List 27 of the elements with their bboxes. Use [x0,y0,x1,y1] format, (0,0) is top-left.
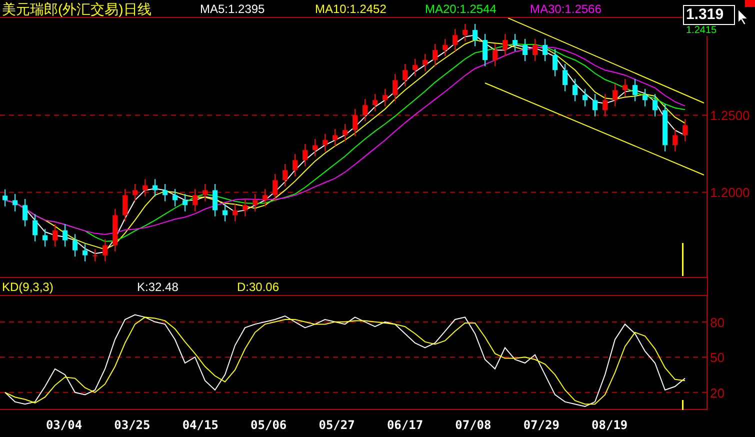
date-label: 08/19 [592,418,628,432]
indicator-label: K:32.48 [136,280,180,294]
date-label: 06/17 [386,418,424,432]
axis-label: 1.2500 [710,108,750,124]
date-label: 07/08 [455,418,492,432]
legend-label: MA20:1.2544 [425,2,498,16]
date-label: 04/15 [182,418,218,432]
legend-label: MA5:1.2395 [200,2,266,16]
date-label: 03/25 [114,418,150,432]
corner-marker [745,0,755,7]
legend-label: MA30:1.2566 [530,2,602,16]
chart-title: 美元瑞郎(外汇交易)日线 [1,0,152,16]
date-label: 03/04 [46,418,82,432]
date-label: 05/06 [250,418,287,432]
cursor-marker [682,400,684,410]
indicator-label: KD(9,3,3) [1,280,54,294]
axis-label: 50 [710,350,724,366]
date-label: 05/27 [318,418,355,432]
cursor-marker [682,243,684,276]
axis-label: 1.2000 [710,185,750,200]
cursor-arrow-icon [737,8,749,26]
axis-label: 80 [710,314,724,330]
date-label: 07/29 [523,418,560,432]
indicator-label: D:30.06 [236,280,280,294]
price-readout: 1.319 [683,5,735,25]
legend-label: MA10:1.2452 [315,2,388,16]
axis-label: 20 [710,385,724,400]
